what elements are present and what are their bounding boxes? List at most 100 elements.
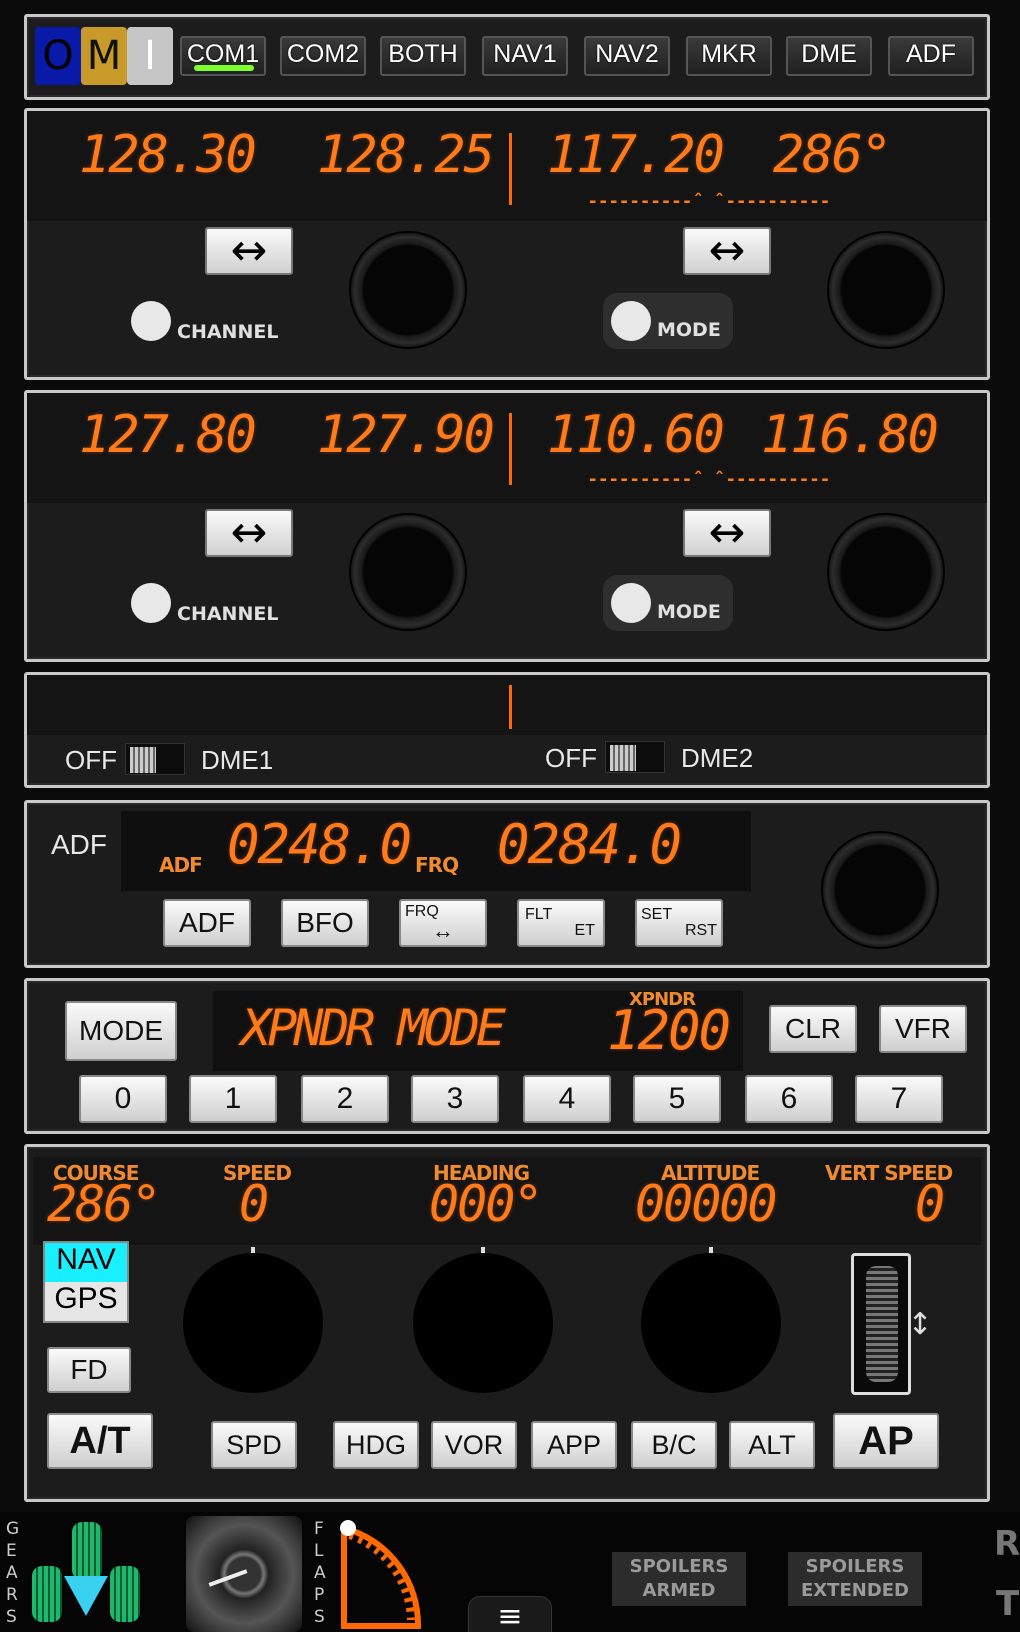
nav2-swap-button[interactable]: ↔	[683, 509, 771, 557]
dme1-off-label: OFF	[65, 745, 117, 775]
tab-com1[interactable]: COM1	[180, 36, 266, 76]
left-gear-icon	[32, 1566, 62, 1622]
gear-down-arrow-icon	[64, 1576, 108, 1616]
xpndr-digit-5[interactable]: 5	[633, 1075, 721, 1123]
adf-mode-button[interactable]: ADF	[163, 899, 251, 947]
nav1-tuning-knob[interactable]	[829, 233, 943, 347]
spoilers-extended-indicator[interactable]: SPOILERS EXTENDED	[788, 1552, 922, 1606]
nav2-deviation-scale: ‐‐‐‐‐‐‐‐‐‐ˆ ˆ‐‐‐‐‐‐‐‐‐‐	[589, 469, 832, 490]
autopilot-label: AP	[858, 1418, 914, 1463]
xpndr-digit-7[interactable]: 7	[855, 1075, 943, 1123]
app-mode-button[interactable]: APP	[531, 1421, 617, 1469]
com2-channel-toggle[interactable]	[131, 583, 171, 623]
xpndr-digit-1[interactable]: 1	[189, 1075, 277, 1123]
com1-active-frequency: 128.30	[79, 125, 257, 185]
com1-active-indicator	[194, 65, 254, 71]
trim-gauge-icon[interactable]	[186, 1516, 302, 1632]
vert-speed-arrows-icon: ↕	[907, 1307, 933, 1342]
gears-label: GEARS	[6, 1519, 20, 1627]
xpndr-digit-6[interactable]: 6	[745, 1075, 833, 1123]
dme2-switch[interactable]	[605, 741, 665, 773]
xpndr-digit-4-label: 4	[558, 1082, 576, 1115]
spoilers-armed-indicator[interactable]: SPOILERS ARMED	[612, 1552, 746, 1606]
course-readout: 286°	[47, 1175, 161, 1233]
nav1-mode-toggle[interactable]: MODE	[603, 293, 733, 349]
alt-mode-label: ALT	[748, 1429, 796, 1460]
tab-mkr[interactable]: MKR	[686, 36, 772, 76]
xpndr-digit-3[interactable]: 3	[411, 1075, 499, 1123]
frq-label: FRQ	[415, 853, 459, 877]
heading-knob[interactable]	[415, 1255, 551, 1391]
xpndr-digit-0[interactable]: 0	[79, 1075, 167, 1123]
tab-both[interactable]: BOTH	[380, 36, 466, 76]
xpndr-digit-7-label: 7	[890, 1082, 908, 1115]
dme-separator	[509, 685, 512, 729]
autopilot-button[interactable]: AP	[833, 1413, 939, 1469]
xpndr-digit-1-label: 1	[224, 1082, 242, 1115]
set-rst-button[interactable]: SET RST	[635, 899, 723, 947]
frq-swap-button[interactable]: FRQ ↔	[399, 899, 487, 947]
tab-nav2[interactable]: NAV2	[584, 36, 670, 76]
xpndr-digit-2[interactable]: 2	[301, 1075, 389, 1123]
dme2-off-label: OFF	[545, 743, 597, 773]
fd-button[interactable]: FD	[47, 1347, 131, 1393]
altitude-knob[interactable]	[643, 1255, 779, 1391]
com2-standby-frequency: 127.90	[317, 405, 495, 465]
autothrottle-button[interactable]: A/T	[47, 1413, 153, 1469]
com1-swap-button[interactable]: ↔	[205, 227, 293, 275]
backcourse-mode-label: B/C	[651, 1429, 697, 1460]
xpndr-digit-3-label: 3	[446, 1082, 464, 1115]
bfo-button[interactable]: BFO	[281, 899, 369, 947]
tab-adf-label: ADF	[906, 39, 956, 68]
com1-channel-toggle[interactable]	[131, 301, 171, 341]
speed-readout: 0	[239, 1175, 269, 1233]
xpndr-digit-5-label: 5	[668, 1082, 686, 1115]
dme-panel: OFF DME1 OFF DME2	[24, 672, 990, 788]
com2-tuning-knob[interactable]	[351, 515, 465, 629]
nav1-active-frequency: 117.20	[547, 125, 725, 185]
vert-speed-wheel[interactable]	[851, 1253, 911, 1395]
xpndr-vfr-button[interactable]: VFR	[879, 1005, 967, 1053]
nav2-tuning-knob[interactable]	[829, 515, 943, 629]
com1-tuning-knob[interactable]	[351, 233, 465, 347]
hdg-mode-button[interactable]: HDG	[333, 1421, 419, 1469]
backcourse-mode-button[interactable]: B/C	[631, 1421, 717, 1469]
tab-adf[interactable]: ADF	[888, 36, 974, 76]
adf-tuning-knob[interactable]	[823, 833, 937, 947]
dme-display	[27, 675, 987, 735]
speed-knob[interactable]	[185, 1255, 321, 1391]
alt-mode-button[interactable]: ALT	[729, 1421, 815, 1469]
com2-swap-button[interactable]: ↔	[205, 509, 293, 557]
tab-dme[interactable]: DME	[786, 36, 872, 76]
xpndr-mode-button[interactable]: MODE	[65, 1001, 177, 1061]
flt-et-sub: ET	[574, 922, 595, 939]
xpndr-digit-4[interactable]: 4	[523, 1075, 611, 1123]
flaps-lever-icon[interactable]	[336, 1516, 426, 1632]
gps-option: GPS	[54, 1282, 118, 1315]
spd-mode-button[interactable]: SPD	[211, 1421, 297, 1469]
hdg-mode-label: HDG	[346, 1429, 406, 1460]
nav-option: NAV	[45, 1243, 127, 1282]
com2-active-frequency: 127.80	[79, 405, 257, 465]
nav1-deviation-scale: ‐‐‐‐‐‐‐‐‐‐ˆ ˆ‐‐‐‐‐‐‐‐‐‐	[589, 191, 832, 212]
nav1-swap-button[interactable]: ↔	[683, 227, 771, 275]
tab-nav1[interactable]: NAV1	[482, 36, 568, 76]
flt-et-button[interactable]: FLT ET	[517, 899, 605, 947]
nav2-mode-toggle[interactable]: MODE	[603, 575, 733, 631]
edge-label-r: R	[994, 1524, 1020, 1564]
gear-indicator-icon[interactable]	[30, 1520, 142, 1624]
tab-com2[interactable]: COM2	[280, 36, 366, 76]
vert-speed-wheel-grip	[866, 1266, 898, 1382]
trim-gauge-needle	[208, 1569, 248, 1587]
xpndr-clr-button[interactable]: CLR	[769, 1005, 857, 1053]
bfo-button-label: BFO	[296, 907, 354, 938]
vert-speed-readout: 0	[915, 1175, 945, 1233]
transponder-panel: MODE XPNDR MODE XPNDR 1200 CLR VFR 0 1 2…	[24, 978, 990, 1134]
dme1-switch[interactable]	[125, 743, 185, 775]
nav-gps-selector[interactable]: NAV GPS	[43, 1241, 129, 1323]
adf-frequency: 0248.0	[227, 813, 412, 876]
spd-mode-label: SPD	[226, 1429, 282, 1460]
tab-nav1-label: NAV1	[493, 39, 557, 68]
menu-button[interactable]: ≡	[468, 1596, 552, 1632]
vor-mode-button[interactable]: VOR	[431, 1421, 517, 1469]
